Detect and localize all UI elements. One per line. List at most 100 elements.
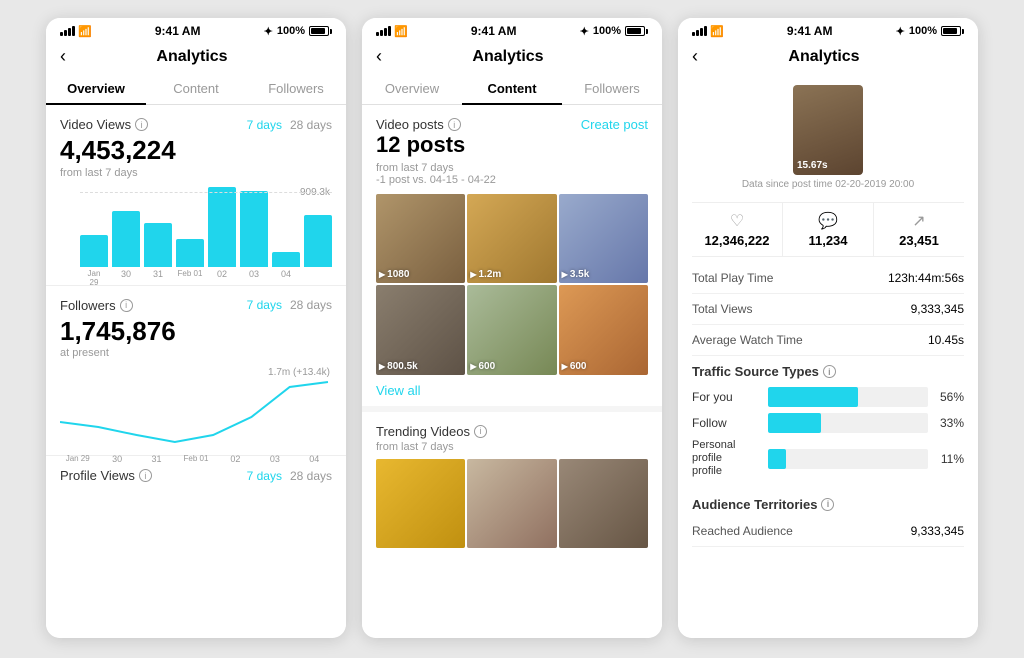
total-views-label: Total Views xyxy=(692,302,752,316)
back-button-2[interactable]: ‹ xyxy=(376,46,382,67)
detail-rows: Total Play Time 123h:44m:56s Total Views… xyxy=(678,263,978,356)
video-views-title: Video Views i xyxy=(60,117,148,132)
tab-overview-2[interactable]: Overview xyxy=(362,73,462,104)
video-posts-label: Video posts i xyxy=(376,117,465,132)
grid-item-4[interactable]: ▶ 600 xyxy=(467,285,556,374)
bar-4 xyxy=(208,187,236,267)
followers-title: Followers i xyxy=(60,298,133,313)
total-play-time-label: Total Play Time xyxy=(692,271,773,285)
status-left-2: 📶 xyxy=(376,25,408,38)
post-thumbnail: 15.67s Data since post time 02-20-2019 2… xyxy=(678,73,978,196)
trending-item-1[interactable] xyxy=(467,459,556,548)
trending-item-2[interactable] xyxy=(559,459,648,548)
back-button-1[interactable]: ‹ xyxy=(60,46,66,67)
bar-1 xyxy=(112,211,140,267)
tab-followers-2[interactable]: Followers xyxy=(562,73,662,104)
7days-btn-vv[interactable]: 7 days xyxy=(247,118,282,132)
status-time-2: 9:41 AM xyxy=(471,24,517,38)
bar-label-6: 04 xyxy=(272,269,300,287)
audience-info-icon[interactable]: i xyxy=(821,498,834,511)
signal-icon xyxy=(60,26,75,36)
bar-label-4: 02 xyxy=(208,269,236,287)
trending-item-0[interactable] xyxy=(376,459,465,548)
battery-icon-3 xyxy=(941,26,964,36)
traffic-title: Traffic Source Types i xyxy=(692,364,964,379)
followers-info-icon[interactable]: i xyxy=(120,299,133,312)
traffic-row-profile: Personal profileprofile 11% xyxy=(692,439,964,479)
traffic-info-icon[interactable]: i xyxy=(823,365,836,378)
stats-row: ♡ 12,346,222 💬 11,234 ↗ 23,451 xyxy=(692,202,964,257)
status-right-3: ✦ 100% xyxy=(896,25,964,38)
play-icon-0: ▶ xyxy=(379,270,385,279)
line-chart-svg xyxy=(60,367,332,447)
nav-bar-3: ‹ Analytics xyxy=(678,42,978,73)
bar-label-3: Feb 01 xyxy=(176,269,204,287)
traffic-follow-bar xyxy=(768,413,928,433)
phone-overview: 📶 9:41 AM ✦ 100% ‹ Analytics Overview Co… xyxy=(46,18,346,638)
bar-label-0: Jan29 xyxy=(80,269,108,287)
page-title-3: Analytics xyxy=(708,48,940,66)
total-views-row: Total Views 9,333,345 xyxy=(692,294,964,325)
grid-overlay-4: ▶ 600 xyxy=(470,361,495,372)
total-play-time-value: 123h:44m:56s xyxy=(888,271,964,285)
tab-overview-1[interactable]: Overview xyxy=(46,73,146,104)
bar-label-7 xyxy=(304,269,332,287)
bar-label-1: 30 xyxy=(112,269,140,287)
trending-info-icon[interactable]: i xyxy=(474,425,487,438)
line-labels: Jan 29 30 31 Feb 01 02 03 04 xyxy=(60,452,332,464)
ll-0: Jan 29 xyxy=(60,454,95,464)
grid-item-0[interactable]: ▶ 1080 xyxy=(376,194,465,283)
trending-title: Trending Videos i xyxy=(376,424,648,439)
bar-label-2: 31 xyxy=(144,269,172,287)
bar-6 xyxy=(272,252,300,266)
video-posts-header: Video posts i 12 posts Create post xyxy=(362,105,662,162)
view-all-button[interactable]: View all xyxy=(362,375,662,406)
create-post-button[interactable]: Create post xyxy=(581,117,648,132)
phone-post-detail: 📶 9:41 AM ✦ 100% ‹ Analytics 15.67s xyxy=(678,18,978,638)
like-icon: ♡ xyxy=(696,211,778,231)
stat-shares: ↗ 23,451 xyxy=(873,203,964,256)
ll-1: 30 xyxy=(99,454,134,464)
28days-btn-f[interactable]: 28 days xyxy=(290,298,332,312)
video-views-info-icon[interactable]: i xyxy=(135,118,148,131)
grid-item-1[interactable]: ▶ 1.2m xyxy=(467,194,556,283)
grid-item-5[interactable]: ▶ 600 xyxy=(559,285,648,374)
7days-btn-f[interactable]: 7 days xyxy=(247,298,282,312)
grid-item-3[interactable]: ▶ 800.5k xyxy=(376,285,465,374)
video-grid: ▶ 1080 ▶ 1.2m ▶ 3.5k xyxy=(376,194,648,375)
tab-content-2[interactable]: Content xyxy=(462,73,562,104)
profile-views-info-icon[interactable]: i xyxy=(139,469,152,482)
video-views-section: Video Views i 7 days 28 days 4,453,224 f… xyxy=(46,105,346,285)
detail-content: 15.67s Data since post time 02-20-2019 2… xyxy=(678,73,978,638)
time-buttons-pv: 7 days 28 days xyxy=(247,469,332,483)
bar-labels: Jan29 30 31 Feb 01 02 03 04 xyxy=(60,267,332,287)
video-posts-info-icon[interactable]: i xyxy=(448,118,461,131)
traffic-foryou-label: For you xyxy=(692,390,762,404)
traffic-follow-fill xyxy=(768,413,821,433)
back-button-3[interactable]: ‹ xyxy=(692,46,698,67)
grid-item-2[interactable]: ▶ 3.5k xyxy=(559,194,648,283)
traffic-row-follow: Follow 33% xyxy=(692,413,964,433)
video-views-number: 4,453,224 xyxy=(60,136,332,165)
traffic-foryou-fill xyxy=(768,387,858,407)
trending-thumb-2 xyxy=(559,459,648,548)
ll-4: 02 xyxy=(218,454,253,464)
traffic-section: Traffic Source Types i For you 56% Follo… xyxy=(678,356,978,493)
play-icon-5: ▶ xyxy=(562,362,568,371)
28days-btn-pv[interactable]: 28 days xyxy=(290,469,332,483)
battery-icon-2 xyxy=(625,26,648,36)
7days-btn-pv[interactable]: 7 days xyxy=(247,469,282,483)
traffic-profile-fill xyxy=(768,449,786,469)
tab-followers-1[interactable]: Followers xyxy=(246,73,346,104)
profile-views-title: Profile Views i xyxy=(60,468,152,483)
bluetooth-icon-3: ✦ xyxy=(896,25,905,38)
traffic-follow-label: Follow xyxy=(692,416,762,430)
bar-chart: 909.3k Jan29 30 xyxy=(60,187,332,277)
bar-3 xyxy=(176,239,204,267)
video-views-header: Video Views i 7 days 28 days xyxy=(60,117,332,132)
tab-content-1[interactable]: Content xyxy=(146,73,246,104)
28days-btn-vv[interactable]: 28 days xyxy=(290,118,332,132)
trending-sublabel: from last 7 days xyxy=(376,441,648,453)
bar-chart-inner xyxy=(60,187,332,267)
bluetooth-icon: ✦ xyxy=(264,25,273,38)
